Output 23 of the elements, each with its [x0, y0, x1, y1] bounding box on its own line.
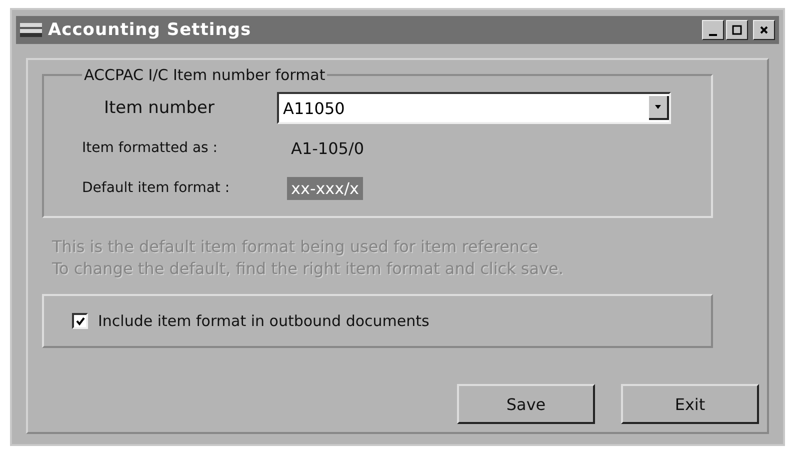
- maximize-button[interactable]: [726, 20, 748, 40]
- window-title: Accounting Settings: [48, 20, 252, 40]
- close-icon: [759, 25, 769, 35]
- caret-icon: [655, 105, 661, 109]
- default-format-value: xx-xxx/x: [287, 176, 363, 200]
- minimize-button[interactable]: [702, 20, 724, 40]
- item-number-dropdown[interactable]: A11050: [277, 92, 671, 124]
- field-label: Item number: [103, 98, 216, 118]
- formatted-value: A1-105/0: [290, 138, 366, 160]
- check-icon: [74, 316, 86, 326]
- maximize-icon: [732, 25, 742, 35]
- window-icon: [20, 23, 42, 37]
- checkbox-label: Include item format in outbound documents: [98, 312, 430, 330]
- checkbox[interactable]: [72, 313, 88, 329]
- save-button[interactable]: Save: [457, 384, 595, 424]
- field-label: Item formatted as :: [82, 140, 219, 156]
- close-button[interactable]: [753, 20, 775, 40]
- exit-button[interactable]: Exit: [621, 384, 759, 424]
- dropdown-value: A11050: [282, 98, 346, 118]
- field-label: Default item format :: [82, 180, 231, 196]
- group-title: ACCPAC I/C Item number format: [83, 66, 326, 84]
- dropdown-button[interactable]: [649, 96, 669, 120]
- minimize-icon: [709, 34, 717, 36]
